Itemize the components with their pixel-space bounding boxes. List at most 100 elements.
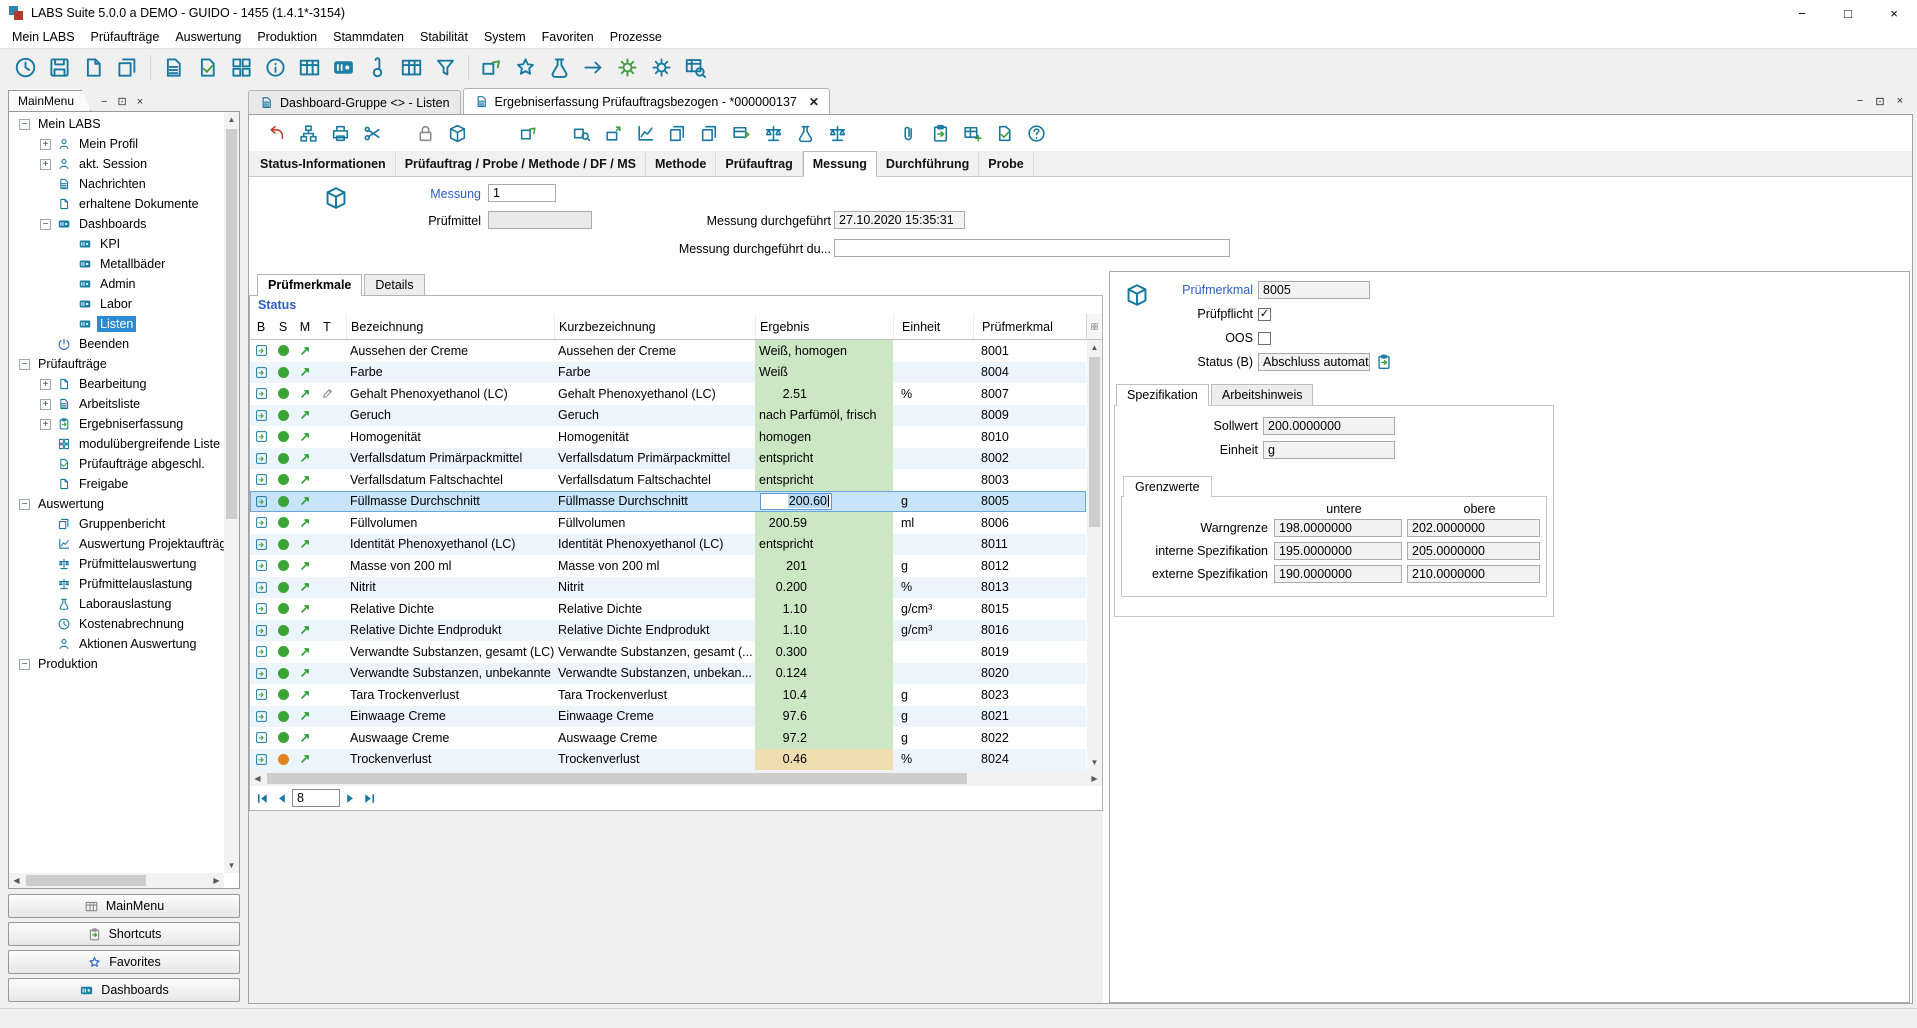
status-b-input[interactable]: Abschluss automat.: [1258, 353, 1370, 371]
expand-icon[interactable]: +: [40, 139, 51, 150]
ergebnis-cell[interactable]: nach Parfümöl, frisch: [755, 405, 893, 427]
release-check-icon[interactable]: [192, 52, 223, 83]
ergebnis-cell[interactable]: entspricht: [755, 448, 893, 470]
next-record-button[interactable]: [342, 790, 359, 807]
validate-icon[interactable]: [991, 120, 1018, 147]
ergebnis-cell[interactable]: Weiß: [755, 362, 893, 384]
collapse-icon[interactable]: −: [19, 359, 30, 370]
expand-icon[interactable]: +: [40, 379, 51, 390]
ergebnis-cell[interactable]: 97.6: [755, 706, 893, 728]
row-action-icon[interactable]: [250, 663, 272, 685]
undo-icon[interactable]: [263, 120, 290, 147]
menu-system[interactable]: System: [476, 27, 534, 47]
grid-row-8023[interactable]: ↗Tara TrockenverlustTara Trockenverlust1…: [250, 684, 1086, 706]
ergebnis-cell[interactable]: Weiß, homogen: [755, 340, 893, 362]
grid-tab-details[interactable]: Details: [364, 274, 424, 295]
worklist-icon[interactable]: [158, 52, 189, 83]
copy-document-icon[interactable]: [112, 52, 143, 83]
row-action-icon[interactable]: [250, 448, 272, 470]
scroll-thumb[interactable]: [26, 875, 146, 886]
settings-module-icon[interactable]: [612, 52, 643, 83]
maximize-button[interactable]: □: [1825, 0, 1871, 26]
workflow-icon[interactable]: [295, 120, 322, 147]
ergebnis-cell[interactable]: 201: [755, 555, 893, 577]
sidebar-button-dashboards[interactable]: Dashboards: [8, 978, 240, 1002]
balance-large-icon[interactable]: [760, 120, 787, 147]
section-tab-messung[interactable]: Messung: [803, 151, 877, 177]
scroll-up-icon[interactable]: ▲: [1087, 340, 1102, 355]
ergebnis-cell[interactable]: 200.59: [755, 512, 893, 534]
lock-icon[interactable]: [412, 120, 439, 147]
tree-item-modul-bergreifende-liste[interactable]: modulübergreifende Liste: [9, 434, 224, 454]
apply-status-icon[interactable]: [1375, 353, 1393, 371]
tree-item-pr-fauftr-ge-abgeschl[interactable]: Prüfaufträge abgeschl.: [9, 454, 224, 474]
scroll-down-icon[interactable]: ▼: [1087, 755, 1102, 770]
tree-item-ergebniserfassung[interactable]: +Ergebniserfassung: [9, 414, 224, 434]
sidebar-minimize-icon[interactable]: −: [101, 96, 107, 111]
help-icon[interactable]: [1023, 120, 1050, 147]
ergebnis-cell[interactable]: 0.124: [755, 663, 893, 685]
last-record-button[interactable]: [361, 790, 378, 807]
grid-row-8011[interactable]: ↗Identität Phenoxyethanol (LC)Identität …: [250, 534, 1086, 556]
tree-item-listen[interactable]: Listen: [9, 314, 224, 334]
result-input[interactable]: 200.60: [760, 493, 832, 510]
close-button[interactable]: ×: [1871, 0, 1917, 26]
tree-item-akt-session[interactable]: +akt. Session: [9, 154, 224, 174]
result-chart-icon[interactable]: [632, 120, 659, 147]
scroll-thumb[interactable]: [267, 773, 967, 784]
result-list-icon[interactable]: [294, 52, 325, 83]
ergebnis-cell[interactable]: 1.10: [755, 598, 893, 620]
table-search-icon[interactable]: [680, 52, 711, 83]
search-box-icon[interactable]: [568, 120, 595, 147]
grid-row-8015[interactable]: ↗Relative DichteRelative Dichte1.10g/cm³…: [250, 598, 1086, 620]
obere-input[interactable]: 205.0000000: [1407, 542, 1540, 560]
forward-icon[interactable]: [578, 52, 609, 83]
row-action-icon[interactable]: [250, 555, 272, 577]
cut-icon[interactable]: [359, 120, 386, 147]
menu-mein-labs[interactable]: Mein LABS: [4, 27, 83, 47]
column-b[interactable]: B: [250, 320, 272, 334]
collapse-icon[interactable]: −: [19, 499, 30, 510]
stability-icon[interactable]: [362, 52, 393, 83]
untere-input[interactable]: 195.0000000: [1274, 542, 1402, 560]
durchgefuehrt-input[interactable]: 27.10.2020 15:35:31: [834, 211, 965, 229]
einheit-input[interactable]: g: [1263, 441, 1395, 459]
settings-icon[interactable]: [646, 52, 677, 83]
tree-item-auswertung[interactable]: −Auswertung: [9, 494, 224, 514]
package-icon[interactable]: [444, 120, 471, 147]
row-action-icon[interactable]: [250, 383, 272, 405]
column-m[interactable]: M: [294, 320, 316, 334]
row-action-icon[interactable]: [250, 405, 272, 427]
column-chooser-button[interactable]: [1086, 314, 1102, 340]
minimize-button[interactable]: −: [1779, 0, 1825, 26]
filter-icon[interactable]: [430, 52, 461, 83]
section-tab-probe[interactable]: Probe: [979, 151, 1033, 176]
tree-item-erhaltene-dokumente[interactable]: erhaltene Dokumente: [9, 194, 224, 214]
sidebar-float-icon[interactable]: ⊡: [117, 95, 126, 111]
new-document-icon[interactable]: [78, 52, 109, 83]
tree-item-kpi[interactable]: KPI: [9, 234, 224, 254]
collapse-icon[interactable]: −: [40, 219, 51, 230]
row-action-icon[interactable]: [250, 426, 272, 448]
menu-stammdaten[interactable]: Stammdaten: [325, 27, 412, 47]
expand-icon[interactable]: +: [40, 399, 51, 410]
grenzwerte-tab[interactable]: Grenzwerte: [1123, 476, 1212, 497]
grid-row-8003[interactable]: ↗Verfallsdatum FaltschachtelVerfallsdatu…: [250, 469, 1086, 491]
ergebnis-cell[interactable]: homogen: [755, 426, 893, 448]
sidebar-button-mainmenu[interactable]: MainMenu: [8, 894, 240, 918]
column-ergebnis[interactable]: Ergebnis: [755, 314, 893, 339]
row-action-icon[interactable]: [250, 469, 272, 491]
ergebnis-cell[interactable]: 0.46: [755, 749, 893, 771]
tree-item-aktionen-auswertung[interactable]: Aktionen Auswertung: [9, 634, 224, 654]
menu-pr-fauftr-ge[interactable]: Prüfaufträge: [83, 27, 168, 47]
pruefpflicht-checkbox[interactable]: ✓: [1258, 308, 1271, 321]
assign-box-icon[interactable]: [515, 120, 542, 147]
oos-checkbox[interactable]: [1258, 332, 1271, 345]
document-tab-dashboard-gruppe-listen[interactable]: Dashboard-Gruppe <> - Listen: [248, 90, 461, 114]
table-add-icon[interactable]: [959, 120, 986, 147]
scroll-down-icon[interactable]: ▼: [224, 858, 239, 873]
copy-results-icon[interactable]: [664, 120, 691, 147]
grid-row-8006[interactable]: ↗FüllvolumenFüllvolumen200.59ml8006: [250, 512, 1086, 534]
grid-row-8010[interactable]: ↗HomogenitätHomogenitäthomogen8010: [250, 426, 1086, 448]
first-record-button[interactable]: [254, 790, 271, 807]
